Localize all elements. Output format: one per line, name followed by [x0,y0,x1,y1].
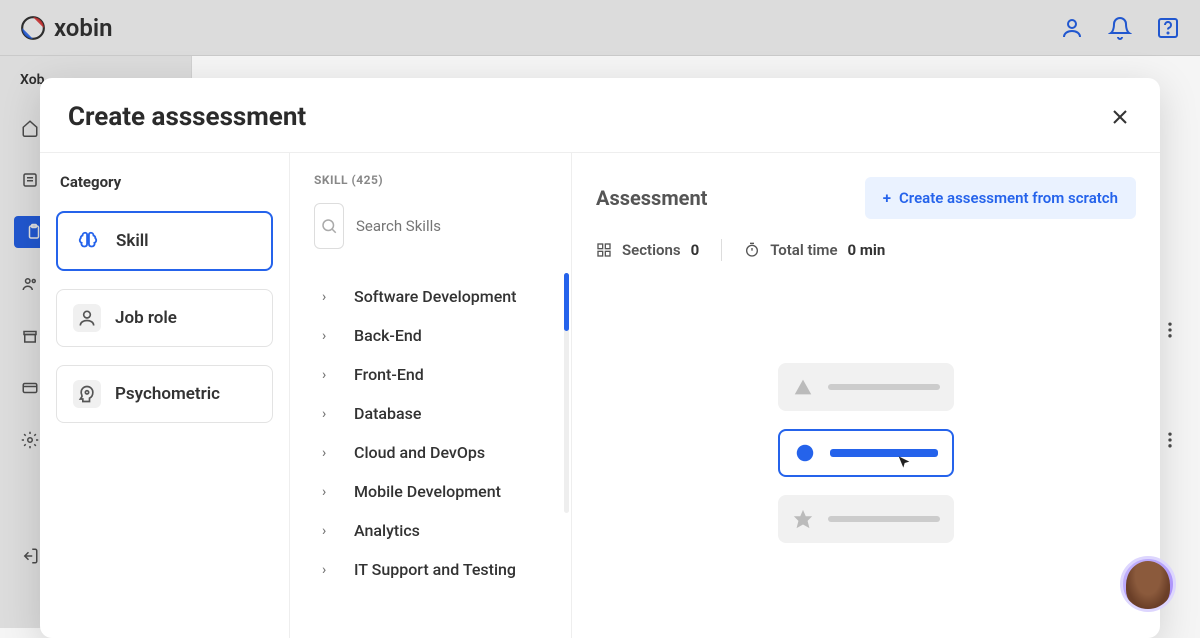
category-item-psychometric[interactable]: Psychometric [56,365,273,423]
illustration-bar [828,516,940,522]
modal-body: Category Skill Job role [40,152,1160,638]
skill-item-frontend[interactable]: › Front-End [314,355,571,394]
illustration [596,291,1136,614]
skill-label: IT Support and Testing [354,560,516,579]
assessment-header: Assessment + Create assessment from scra… [596,177,1136,219]
create-assessment-modal: Create asssessment Category Skill Job ro… [40,78,1160,638]
skill-item-analytics[interactable]: › Analytics [314,511,571,550]
category-heading: Category [56,173,273,191]
category-item-skill[interactable]: Skill [56,211,273,271]
triangle-icon [792,376,814,398]
grid-icon [596,242,612,258]
category-item-jobrole[interactable]: Job role [56,289,273,347]
chevron-right-icon: › [322,523,334,539]
plus-icon: + [883,189,891,207]
person-icon [73,304,101,332]
separator [721,239,722,261]
skill-item-software-development[interactable]: › Software Development [314,277,571,316]
category-label: Skill [116,231,149,251]
chevron-right-icon: › [322,328,334,344]
skill-label: Back-End [354,326,422,345]
avatar-image [1126,561,1170,609]
time-meta: Total time 0 min [744,241,885,259]
skill-item-cloud-devops[interactable]: › Cloud and DevOps [314,433,571,472]
skill-list: › Software Development › Back-End › Front-E… [314,277,571,618]
skill-item-backend[interactable]: › Back-End [314,316,571,355]
skill-item-it-support-testing[interactable]: › IT Support and Testing [314,550,571,589]
skill-label: Front-End [354,365,424,384]
skill-heading: SKILL (425) [314,173,571,187]
search-input[interactable] [356,217,555,235]
category-label: Job role [115,308,177,328]
scratch-label: Create assessment from scratch [899,189,1118,207]
assessment-title: Assessment [596,186,707,210]
chevron-right-icon: › [322,445,334,461]
skill-column: SKILL (425) › Software Development › Back-… [290,153,572,638]
skill-item-mobile-development[interactable]: › Mobile Development [314,472,571,511]
sections-meta: Sections 0 [596,241,699,259]
skill-label: Analytics [354,521,420,540]
head-icon [73,380,101,408]
modal-title: Create asssessment [68,102,306,132]
avatar[interactable] [1120,556,1176,612]
illustration-card [778,363,954,411]
category-column: Category Skill Job role [40,153,290,638]
circle-icon [794,442,816,464]
star-icon [792,508,814,530]
skill-label: Cloud and DevOps [354,443,485,462]
time-value: 0 min [848,241,886,259]
category-label: Psychometric [115,384,220,404]
close-icon[interactable] [1108,105,1132,129]
skill-label: Mobile Development [354,482,501,501]
illustration-bar [830,449,938,457]
cursor-icon [896,455,912,471]
illustration-bar [828,384,940,390]
timer-icon [744,242,760,258]
chevron-right-icon: › [322,484,334,500]
sections-value: 0 [691,241,700,259]
sections-label: Sections [622,241,681,259]
create-from-scratch-button[interactable]: + Create assessment from scratch [865,177,1136,219]
illustration-card-active [778,429,954,477]
illustration-card [778,495,954,543]
skill-item-database[interactable]: › Database [314,394,571,433]
assessment-column: Assessment + Create assessment from scra… [572,153,1160,638]
time-label: Total time [770,241,837,259]
brain-icon [74,227,102,255]
scrollbar-thumb[interactable] [564,273,569,331]
skill-label: Database [354,404,421,423]
search-icon[interactable] [314,203,344,249]
chevron-right-icon: › [322,289,334,305]
modal-header: Create asssessment [40,78,1160,152]
chevron-right-icon: › [322,367,334,383]
search-row [314,203,571,249]
chevron-right-icon: › [322,406,334,422]
chevron-right-icon: › [322,562,334,578]
skill-label: Software Development [354,287,517,306]
modal-overlay: Create asssessment Category Skill Job ro… [0,0,1200,628]
assessment-meta: Sections 0 Total time 0 min [596,239,1136,261]
